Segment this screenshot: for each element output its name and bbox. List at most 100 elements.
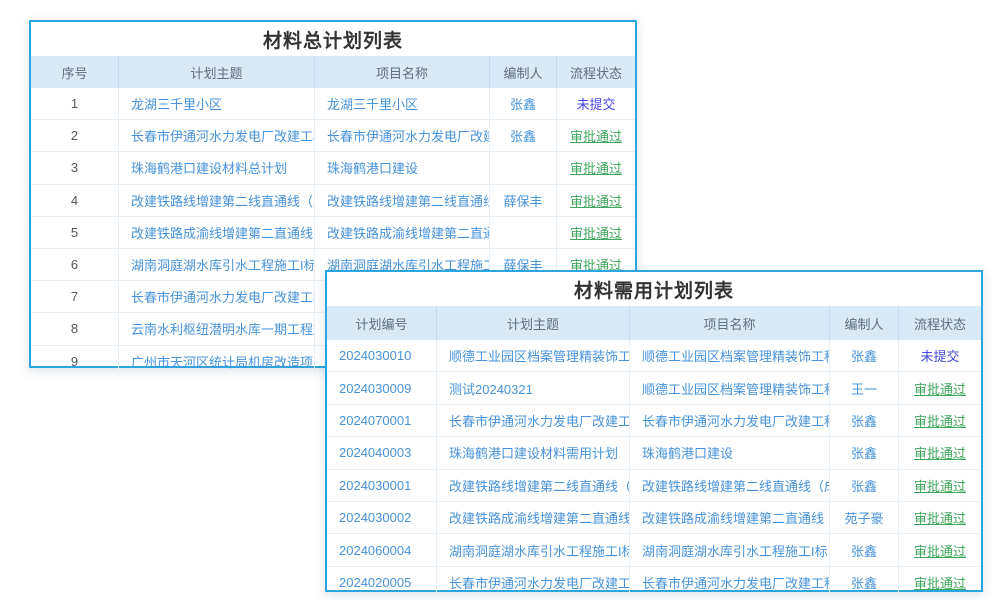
table-row: 2024030001改建铁路线增建第二线直通线（成都...改建铁路线增建第二线直… <box>327 469 981 501</box>
plan-number-link[interactable]: 2024030002 <box>327 502 437 533</box>
status-badge[interactable]: 审批通过 <box>899 372 981 403</box>
plan-number-link[interactable]: 2024040003 <box>327 437 437 468</box>
column-header-status: 流程状态 <box>899 306 981 340</box>
plan-number-link[interactable]: 2024070001 <box>327 405 437 436</box>
row-index: 2 <box>31 120 119 151</box>
plan-number-link[interactable]: 2024060004 <box>327 534 437 565</box>
status-badge[interactable]: 审批通过 <box>899 405 981 436</box>
status-badge[interactable]: 审批通过 <box>557 152 635 183</box>
status-badge[interactable]: 未提交 <box>899 340 981 371</box>
project-name-link[interactable]: 湖南洞庭湖水库引水工程施工I标 <box>630 534 830 565</box>
project-name-link[interactable]: 长春市伊通河水力发电厂改建工程 <box>315 120 490 151</box>
compiler-link[interactable]: 王一 <box>830 372 899 403</box>
table-row: 2长春市伊通河水力发电厂改建工程合同材料...长春市伊通河水力发电厂改建工程张鑫… <box>31 119 635 151</box>
demand-plan-title: 材料需用计划列表 <box>327 272 981 306</box>
project-name-link[interactable]: 长春市伊通河水力发电厂改建工程 <box>630 567 830 598</box>
compiler-link[interactable] <box>490 217 557 248</box>
project-name-link[interactable]: 龙湖三千里小区 <box>315 88 490 119</box>
compiler-link[interactable]: 张鑫 <box>830 567 899 598</box>
row-index: 5 <box>31 217 119 248</box>
project-name-link[interactable]: 珠海鹤港口建设 <box>315 152 490 183</box>
table-row: 2024030002改建铁路成渝线增建第二直通线（成...改建铁路成渝线增建第二… <box>327 501 981 533</box>
compiler-link[interactable] <box>490 152 557 183</box>
column-header-compiler: 编制人 <box>830 306 899 340</box>
compiler-link[interactable]: 张鑫 <box>490 120 557 151</box>
project-name-link[interactable]: 改建铁路线增建第二线直通线（成都... <box>630 470 830 501</box>
plan-subject-link[interactable]: 改建铁路线增建第二线直通线（成都... <box>437 470 630 501</box>
plan-subject-link[interactable]: 湖南洞庭湖水库引水工程施工I标材... <box>437 534 630 565</box>
plan-subject-link[interactable]: 长春市伊通河水力发电厂改建工程材料总计划 <box>119 281 315 312</box>
status-badge[interactable]: 审批通过 <box>557 120 635 151</box>
row-index: 6 <box>31 249 119 280</box>
table-row: 2024060004湖南洞庭湖水库引水工程施工I标材...湖南洞庭湖水库引水工程… <box>327 533 981 565</box>
project-name-link[interactable]: 改建铁路线增建第二线直通线（... <box>315 185 490 216</box>
project-name-link[interactable]: 改建铁路成渝线增建第二直通线... <box>315 217 490 248</box>
compiler-link[interactable]: 苑子豪 <box>830 502 899 533</box>
plan-subject-link[interactable]: 龙湖三千里小区 <box>119 88 315 119</box>
plan-subject-link[interactable]: 测试20240321 <box>437 372 630 403</box>
status-badge[interactable]: 审批通过 <box>899 437 981 468</box>
plan-subject-link[interactable]: 改建铁路成渝线增建第二直通线（成... <box>437 502 630 533</box>
page: 材料总计划列表 序号 计划主题 项目名称 编制人 流程状态 1龙湖三千里小区龙湖… <box>0 0 1000 600</box>
row-index: 1 <box>31 88 119 119</box>
project-name-link[interactable]: 顺德工业园区档案管理精装饰工程（... <box>630 340 830 371</box>
column-header-subject: 计划主题 <box>437 306 630 340</box>
status-badge[interactable]: 审批通过 <box>557 185 635 216</box>
compiler-link[interactable]: 张鑫 <box>830 405 899 436</box>
master-plan-title: 材料总计划列表 <box>31 22 635 56</box>
status-badge[interactable]: 未提交 <box>557 88 635 119</box>
plan-subject-link[interactable]: 广州市天河区统计局机房改造项目材料总计划 <box>119 346 315 377</box>
compiler-link[interactable]: 薛保丰 <box>490 185 557 216</box>
project-name-link[interactable]: 珠海鹤港口建设 <box>630 437 830 468</box>
compiler-link[interactable]: 张鑫 <box>490 88 557 119</box>
compiler-link[interactable]: 张鑫 <box>830 437 899 468</box>
demand-plan-table: 材料需用计划列表 计划编号 计划主题 项目名称 编制人 流程状态 2024030… <box>325 270 983 592</box>
row-index: 7 <box>31 281 119 312</box>
plan-subject-link[interactable]: 湖南洞庭湖水库引水工程施工I标材料总计划 <box>119 249 315 280</box>
status-badge[interactable]: 审批通过 <box>899 470 981 501</box>
plan-subject-link[interactable]: 长春市伊通河水力发电厂改建工程材... <box>437 567 630 598</box>
table-row: 4改建铁路线增建第二线直通线（成都-西安）...改建铁路线增建第二线直通线（..… <box>31 184 635 216</box>
demand-plan-body: 2024030010顺德工业园区档案管理精装饰工程（...顺德工业园区档案管理精… <box>327 340 981 598</box>
table-row: 2024040003珠海鹤港口建设材料需用计划珠海鹤港口建设张鑫审批通过 <box>327 436 981 468</box>
table-row: 2024030010顺德工业园区档案管理精装饰工程（...顺德工业园区档案管理精… <box>327 340 981 371</box>
compiler-link[interactable]: 张鑫 <box>830 470 899 501</box>
master-plan-header-row: 序号 计划主题 项目名称 编制人 流程状态 <box>31 56 635 88</box>
status-badge[interactable]: 审批通过 <box>557 217 635 248</box>
plan-subject-link[interactable]: 长春市伊通河水力发电厂改建工程合同材料... <box>119 120 315 151</box>
column-header-index: 序号 <box>31 56 119 88</box>
compiler-link[interactable]: 张鑫 <box>830 340 899 371</box>
plan-number-link[interactable]: 2024030010 <box>327 340 437 371</box>
table-row: 2024030009测试20240321顺德工业园区档案管理精装饰工程（...王… <box>327 371 981 403</box>
table-row: 2024020005长春市伊通河水力发电厂改建工程材...长春市伊通河水力发电厂… <box>327 566 981 598</box>
plan-number-link[interactable]: 2024020005 <box>327 567 437 598</box>
column-header-plan-no: 计划编号 <box>327 306 437 340</box>
plan-number-link[interactable]: 2024030009 <box>327 372 437 403</box>
status-badge[interactable]: 审批通过 <box>899 502 981 533</box>
column-header-compiler: 编制人 <box>490 56 557 88</box>
table-row: 5改建铁路成渝线增建第二直通线（成渝枢纽...改建铁路成渝线增建第二直通线...… <box>31 216 635 248</box>
plan-subject-link[interactable]: 珠海鹤港口建设材料需用计划 <box>437 437 630 468</box>
demand-plan-header-row: 计划编号 计划主题 项目名称 编制人 流程状态 <box>327 306 981 340</box>
project-name-link[interactable]: 改建铁路成渝线增建第二直通线（成... <box>630 502 830 533</box>
plan-subject-link[interactable]: 改建铁路线增建第二线直通线（成都-西安）... <box>119 185 315 216</box>
plan-subject-link[interactable]: 珠海鹤港口建设材料总计划 <box>119 152 315 183</box>
status-badge[interactable]: 审批通过 <box>899 534 981 565</box>
project-name-link[interactable]: 顺德工业园区档案管理精装饰工程（... <box>630 372 830 403</box>
column-header-status: 流程状态 <box>557 56 635 88</box>
project-name-link[interactable]: 长春市伊通河水力发电厂改建工程 <box>630 405 830 436</box>
column-header-project: 项目名称 <box>315 56 490 88</box>
plan-subject-link[interactable]: 长春市伊通河水力发电厂改建工程合... <box>437 405 630 436</box>
plan-subject-link[interactable]: 顺德工业园区档案管理精装饰工程（... <box>437 340 630 371</box>
row-index: 3 <box>31 152 119 183</box>
compiler-link[interactable]: 张鑫 <box>830 534 899 565</box>
status-badge[interactable]: 审批通过 <box>899 567 981 598</box>
column-header-project: 项目名称 <box>630 306 830 340</box>
plan-subject-link[interactable]: 改建铁路成渝线增建第二直通线（成渝枢纽... <box>119 217 315 248</box>
row-index: 4 <box>31 185 119 216</box>
plan-subject-link[interactable]: 云南水利枢纽潜明水库一期工程施工I标材料... <box>119 313 315 344</box>
table-row: 3珠海鹤港口建设材料总计划珠海鹤港口建设 审批通过 <box>31 151 635 183</box>
plan-number-link[interactable]: 2024030001 <box>327 470 437 501</box>
row-index: 9 <box>31 346 119 377</box>
table-row: 1龙湖三千里小区龙湖三千里小区张鑫未提交 <box>31 88 635 119</box>
